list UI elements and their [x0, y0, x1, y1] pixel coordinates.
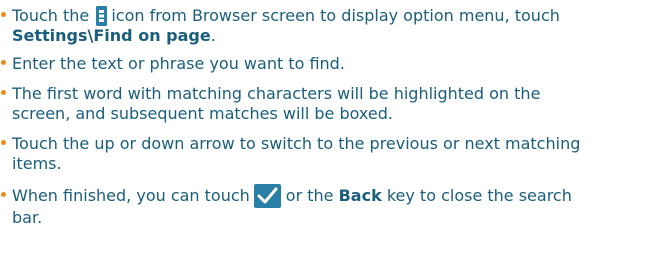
- line-text: Enter the text or phrase you want to fin…: [12, 54, 345, 73]
- line-text: or the: [285, 186, 334, 205]
- line-text: items.: [12, 154, 62, 173]
- bullet-dot: [1, 60, 6, 65]
- line-text: Touch the up or down arrow to switch to …: [12, 134, 581, 153]
- line-text: key to close the search: [386, 186, 572, 205]
- line-text: icon from Browser screen to display opti…: [111, 6, 560, 25]
- check-icon: [253, 184, 281, 208]
- bullet-dot: [1, 12, 6, 17]
- bullet-dot: [1, 90, 6, 95]
- line-text: When finished, you can touch: [12, 186, 250, 205]
- bullet-dot: [1, 192, 6, 197]
- line-text: bar.: [12, 208, 43, 227]
- menu-path: Settings\Find on page: [12, 26, 211, 45]
- line-text: .: [210, 26, 216, 45]
- line-text: Touch the: [12, 6, 90, 25]
- menu-icon: [96, 6, 108, 26]
- back-key-label: Back: [338, 186, 382, 205]
- instruction-list: Touch the icon from Browser screen to di…: [0, 0, 653, 269]
- bullet-dot: [1, 140, 6, 145]
- line-text: screen, and subsequent matches will be b…: [12, 104, 393, 123]
- line-text: The first word with matching characters …: [12, 84, 541, 103]
